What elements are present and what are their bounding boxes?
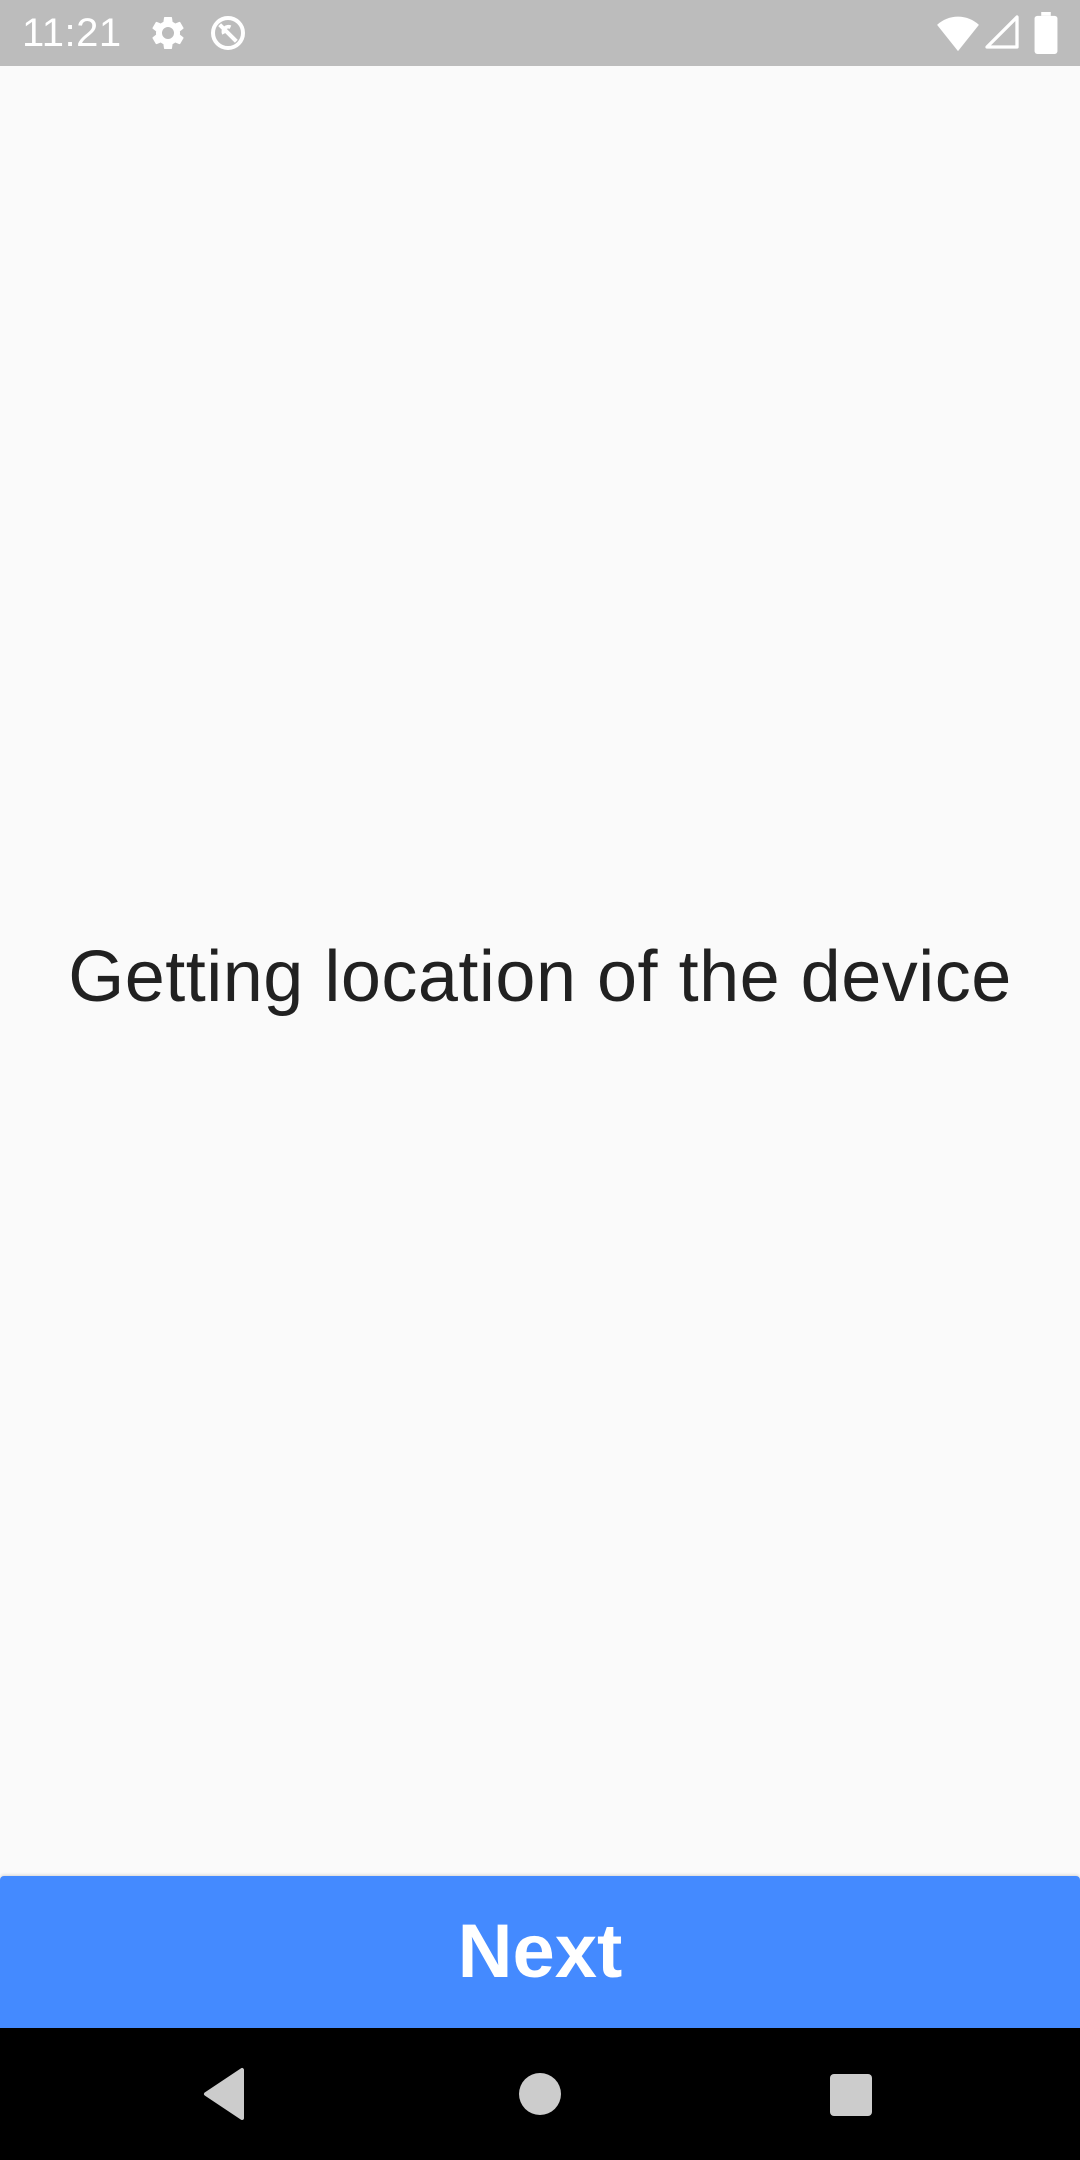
screen: 11:21 Getting location of the device Nex…	[0, 0, 1080, 2160]
signal-icon	[984, 13, 1020, 51]
status-bar: 11:21	[0, 0, 1080, 66]
back-icon[interactable]	[186, 2054, 266, 2134]
status-time: 11:21	[22, 11, 122, 55]
recents-icon[interactable]	[810, 2054, 890, 2134]
home-icon[interactable]	[500, 2054, 580, 2134]
main-content: Getting location of the device	[0, 66, 1080, 1876]
settings-icon	[148, 13, 188, 53]
next-button[interactable]: Next	[0, 1876, 1080, 2028]
do-not-disturb-icon	[208, 13, 248, 53]
status-message: Getting location of the device	[68, 937, 1012, 1017]
navigation-bar	[0, 2028, 1080, 2160]
wifi-icon	[936, 13, 980, 53]
battery-icon	[1034, 12, 1058, 54]
